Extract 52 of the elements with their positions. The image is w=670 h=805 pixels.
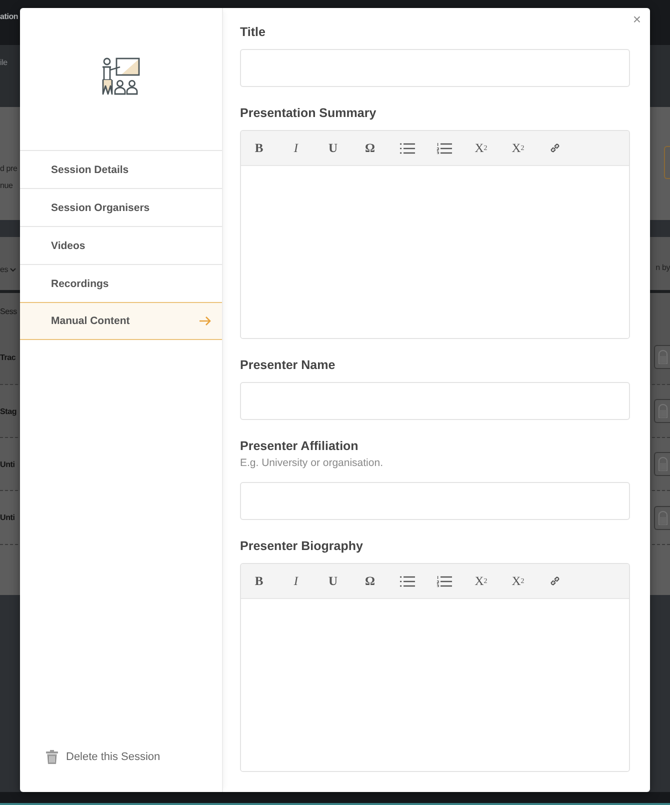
row-action-button[interactable] xyxy=(654,452,670,476)
row-action-button[interactable] xyxy=(654,399,670,423)
column-header: Sess xyxy=(0,306,17,317)
delete-session-link[interactable]: Delete this Session xyxy=(46,750,160,764)
sidebar-nav-item[interactable]: Session Organisers xyxy=(20,188,222,226)
italic-button[interactable]: I xyxy=(285,138,307,158)
link-icon xyxy=(549,142,561,154)
row-action-button[interactable] xyxy=(654,506,670,530)
field-label: Presentation Summary xyxy=(240,105,378,121)
door-icon xyxy=(658,457,668,471)
numbered-list-icon xyxy=(436,142,452,154)
field-label: Title xyxy=(240,24,266,40)
door-icon xyxy=(658,350,668,364)
underline-button[interactable]: U xyxy=(322,571,344,591)
sort-label: n by xyxy=(656,262,670,273)
special-character-button[interactable]: Ω xyxy=(359,138,381,158)
trash-icon xyxy=(46,750,58,764)
bulleted-list-icon xyxy=(400,142,414,154)
link-icon xyxy=(549,575,561,587)
text-input[interactable] xyxy=(240,482,630,520)
door-icon xyxy=(658,404,668,418)
table-cell: Unti xyxy=(0,512,15,523)
sidebar-nav-item[interactable]: Manual Content xyxy=(20,302,222,340)
header-tab[interactable]: ile xyxy=(0,57,8,68)
numbered-list-icon xyxy=(436,576,452,586)
sidebar-nav-item[interactable]: Videos xyxy=(20,226,222,264)
bulleted-list-icon xyxy=(400,576,414,586)
special-character-button[interactable]: Ω xyxy=(359,571,381,591)
row-action-button[interactable] xyxy=(654,345,670,369)
notice-text: nue xyxy=(0,180,14,191)
door-icon xyxy=(658,510,668,524)
bold-button[interactable]: B xyxy=(248,138,270,158)
table-cell: Stag xyxy=(0,406,17,416)
close-button[interactable]: × xyxy=(632,12,641,26)
notice-text: d pre xyxy=(0,163,18,174)
italic-button[interactable]: I xyxy=(285,571,307,591)
presenter-icon xyxy=(101,56,141,96)
bold-button[interactable]: B xyxy=(248,571,270,591)
underline-button[interactable]: U xyxy=(322,138,344,158)
field-label: Presenter Biography xyxy=(240,538,364,554)
text-input[interactable] xyxy=(240,49,630,87)
arrow-right-icon xyxy=(199,316,211,326)
table-cell: Trac xyxy=(0,352,16,362)
table-cell: Unti xyxy=(0,458,15,470)
field-label: Presenter Name xyxy=(240,357,336,373)
field-label: Presenter Affiliation xyxy=(240,438,360,454)
text-input[interactable] xyxy=(240,382,630,420)
sidebar-nav-item[interactable]: Recordings xyxy=(20,264,222,302)
nav-title: ation xyxy=(0,11,18,22)
chevron-down-icon xyxy=(10,268,16,272)
field-hint: E.g. University or organisation. xyxy=(240,456,384,470)
sidebar-nav-item[interactable]: Session Details xyxy=(20,150,222,188)
